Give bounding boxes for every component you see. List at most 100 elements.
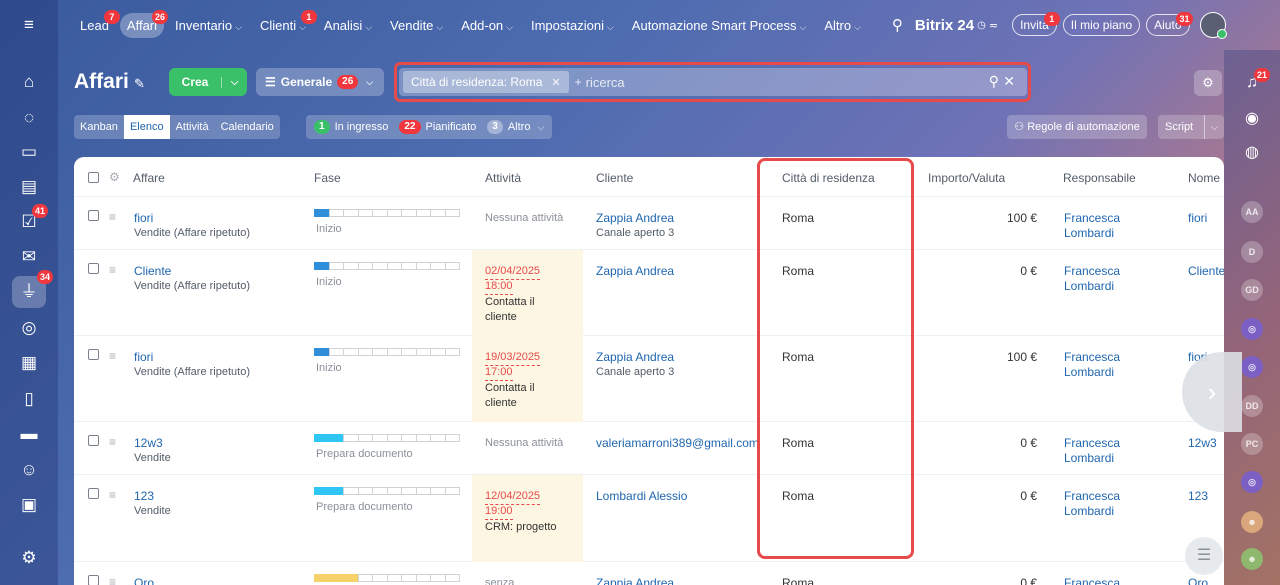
- deal-title[interactable]: Oro: [134, 576, 154, 585]
- stage-segment[interactable]: [430, 209, 446, 217]
- stage-segment[interactable]: [415, 209, 431, 217]
- group-chat-icon[interactable]: ◎: [1241, 318, 1263, 340]
- counter-other-badge[interactable]: 3: [487, 120, 503, 134]
- drive-icon[interactable]: ▤: [17, 175, 41, 199]
- client-name[interactable]: Zappia Andrea: [596, 264, 674, 279]
- menu-icon[interactable]: ≡: [17, 13, 41, 37]
- nav-impostazioni[interactable]: Impostazioni ⌵: [524, 13, 621, 38]
- row-checkbox[interactable]: [88, 575, 99, 585]
- settings-icon[interactable]: ⚙: [17, 546, 41, 570]
- stage-segment[interactable]: [328, 434, 344, 442]
- table-row[interactable]: ≡ Oro senza Zappia Andrea Roma 0 € Francesca Or…: [74, 562, 1224, 585]
- stage-progress[interactable]: [314, 348, 460, 356]
- group-avatar-icon[interactable]: ☻: [1241, 511, 1263, 533]
- gear-icon[interactable]: ⚙: [1194, 70, 1222, 96]
- counter-planned-label[interactable]: Pianificato: [426, 121, 477, 133]
- nav-altro[interactable]: Altro ⌵: [817, 13, 868, 38]
- stage-segment[interactable]: [357, 348, 373, 356]
- pipeline-selector[interactable]: ☰ Generale 26 ⌵: [256, 68, 384, 96]
- activity-text[interactable]: senza: [485, 576, 514, 585]
- activity-text[interactable]: Nessuna attività: [485, 211, 563, 226]
- select-all-checkbox[interactable]: [88, 172, 99, 183]
- row-checkbox[interactable]: [88, 210, 99, 221]
- column-header[interactable]: Cliente: [596, 171, 633, 186]
- client-name[interactable]: Zappia Andrea: [596, 576, 674, 585]
- stage-segment[interactable]: [314, 262, 330, 270]
- counter-other-label[interactable]: Altro: [508, 121, 531, 133]
- responsible-name[interactable]: Francesca Lombardi: [1064, 264, 1164, 294]
- stage-segment[interactable]: [314, 434, 330, 442]
- client-name[interactable]: valeriamarroni389@gmail.com: [596, 436, 759, 451]
- counter-incoming-badge[interactable]: 1: [314, 120, 330, 134]
- stage-progress[interactable]: [314, 434, 460, 442]
- brand-logo[interactable]: Bitrix 24: [915, 17, 974, 34]
- name-value[interactable]: Cliente: [1188, 264, 1224, 279]
- stage-segment[interactable]: [372, 574, 388, 582]
- script-button[interactable]: Script ⌵: [1158, 115, 1224, 139]
- nav-automazione[interactable]: Automazione Smart Process ⌵: [625, 13, 814, 38]
- group-avatar-icon[interactable]: ☻: [1241, 548, 1263, 570]
- tab-calendario[interactable]: Calendario: [215, 115, 280, 139]
- stage-segment[interactable]: [328, 348, 344, 356]
- gear-icon[interactable]: ⚙: [109, 171, 121, 183]
- stage-segment[interactable]: [357, 434, 373, 442]
- home-icon[interactable]: ⌂: [17, 70, 41, 94]
- stage-segment[interactable]: [314, 348, 330, 356]
- stage-segment[interactable]: [430, 487, 446, 495]
- stage-segment[interactable]: [343, 487, 359, 495]
- drag-handle-icon[interactable]: ≡: [109, 436, 121, 448]
- tab-kanban[interactable]: Kanban: [74, 115, 124, 139]
- crm-icon[interactable]: ⏚ 34: [12, 270, 53, 308]
- column-header[interactable]: Attività: [485, 171, 521, 186]
- responsible-name[interactable]: Francesca Lombardi: [1064, 350, 1164, 380]
- avatar[interactable]: AA: [1241, 201, 1263, 223]
- activity-text[interactable]: Nessuna attività: [485, 436, 563, 451]
- row-checkbox[interactable]: [88, 488, 99, 499]
- stage-segment[interactable]: [386, 487, 402, 495]
- stage-segment[interactable]: [401, 434, 417, 442]
- tab-elenco[interactable]: Elenco: [123, 115, 170, 139]
- drag-handle-icon[interactable]: ≡: [109, 576, 121, 585]
- stage-progress[interactable]: [314, 209, 460, 217]
- nav-affari[interactable]: Affari 26: [119, 9, 169, 38]
- drag-handle-icon[interactable]: ≡: [109, 489, 121, 501]
- chevron-down-icon[interactable]: ⌵: [537, 122, 544, 133]
- stage-segment[interactable]: [328, 262, 344, 270]
- stage-segment[interactable]: [343, 262, 359, 270]
- stage-segment[interactable]: [357, 209, 373, 217]
- stage-segment[interactable]: [328, 209, 344, 217]
- activity-time[interactable]: 19:00: [485, 504, 513, 520]
- deal-title[interactable]: fiori: [134, 350, 153, 365]
- column-header[interactable]: Fase: [314, 171, 341, 186]
- stage-segment[interactable]: [357, 487, 373, 495]
- row-checkbox[interactable]: [88, 263, 99, 274]
- stage-segment[interactable]: [372, 434, 388, 442]
- stage-segment[interactable]: [401, 487, 417, 495]
- board-icon[interactable]: ▣: [17, 493, 41, 517]
- deal-title[interactable]: 12w3: [134, 436, 163, 451]
- activity-time[interactable]: 18:00: [485, 279, 513, 295]
- activity-date[interactable]: 12/04/2025: [485, 489, 541, 505]
- table-row[interactable]: ≡ fiori Vendite (Affare ripetuto) Inizio 19/…: [74, 336, 1224, 422]
- responsible-name[interactable]: Francesca Lombardi: [1064, 211, 1164, 241]
- automation-rules-button[interactable]: ⚇ Regole di automazione: [1007, 115, 1147, 139]
- my-plan-button[interactable]: Il mio piano: [1062, 14, 1141, 36]
- sites-icon[interactable]: ◎: [17, 316, 41, 340]
- stage-segment[interactable]: [430, 574, 446, 582]
- calendar-icon[interactable]: ▦: [17, 351, 41, 375]
- counter-planned-badge[interactable]: 22: [399, 120, 421, 134]
- row-checkbox[interactable]: [88, 435, 99, 446]
- stage-segment[interactable]: [386, 348, 402, 356]
- bell-icon[interactable]: ♫ 21: [1241, 68, 1270, 96]
- activity-text[interactable]: Contatta il cliente: [485, 295, 565, 325]
- nav-clienti[interactable]: Clienti ⌵ 1: [253, 9, 317, 38]
- nav-addon[interactable]: Add-on ⌵: [454, 13, 520, 38]
- group-chat-icon[interactable]: ◎: [1241, 471, 1263, 493]
- drag-handle-icon[interactable]: ≡: [109, 264, 121, 276]
- pin-icon[interactable]: ✎: [134, 76, 145, 92]
- stage-segment[interactable]: [401, 574, 417, 582]
- stage-segment[interactable]: [343, 209, 359, 217]
- activity-text[interactable]: Contatta il cliente: [485, 381, 565, 411]
- drag-handle-icon[interactable]: ≡: [109, 211, 121, 223]
- sliders-icon[interactable]: ≂: [989, 19, 998, 32]
